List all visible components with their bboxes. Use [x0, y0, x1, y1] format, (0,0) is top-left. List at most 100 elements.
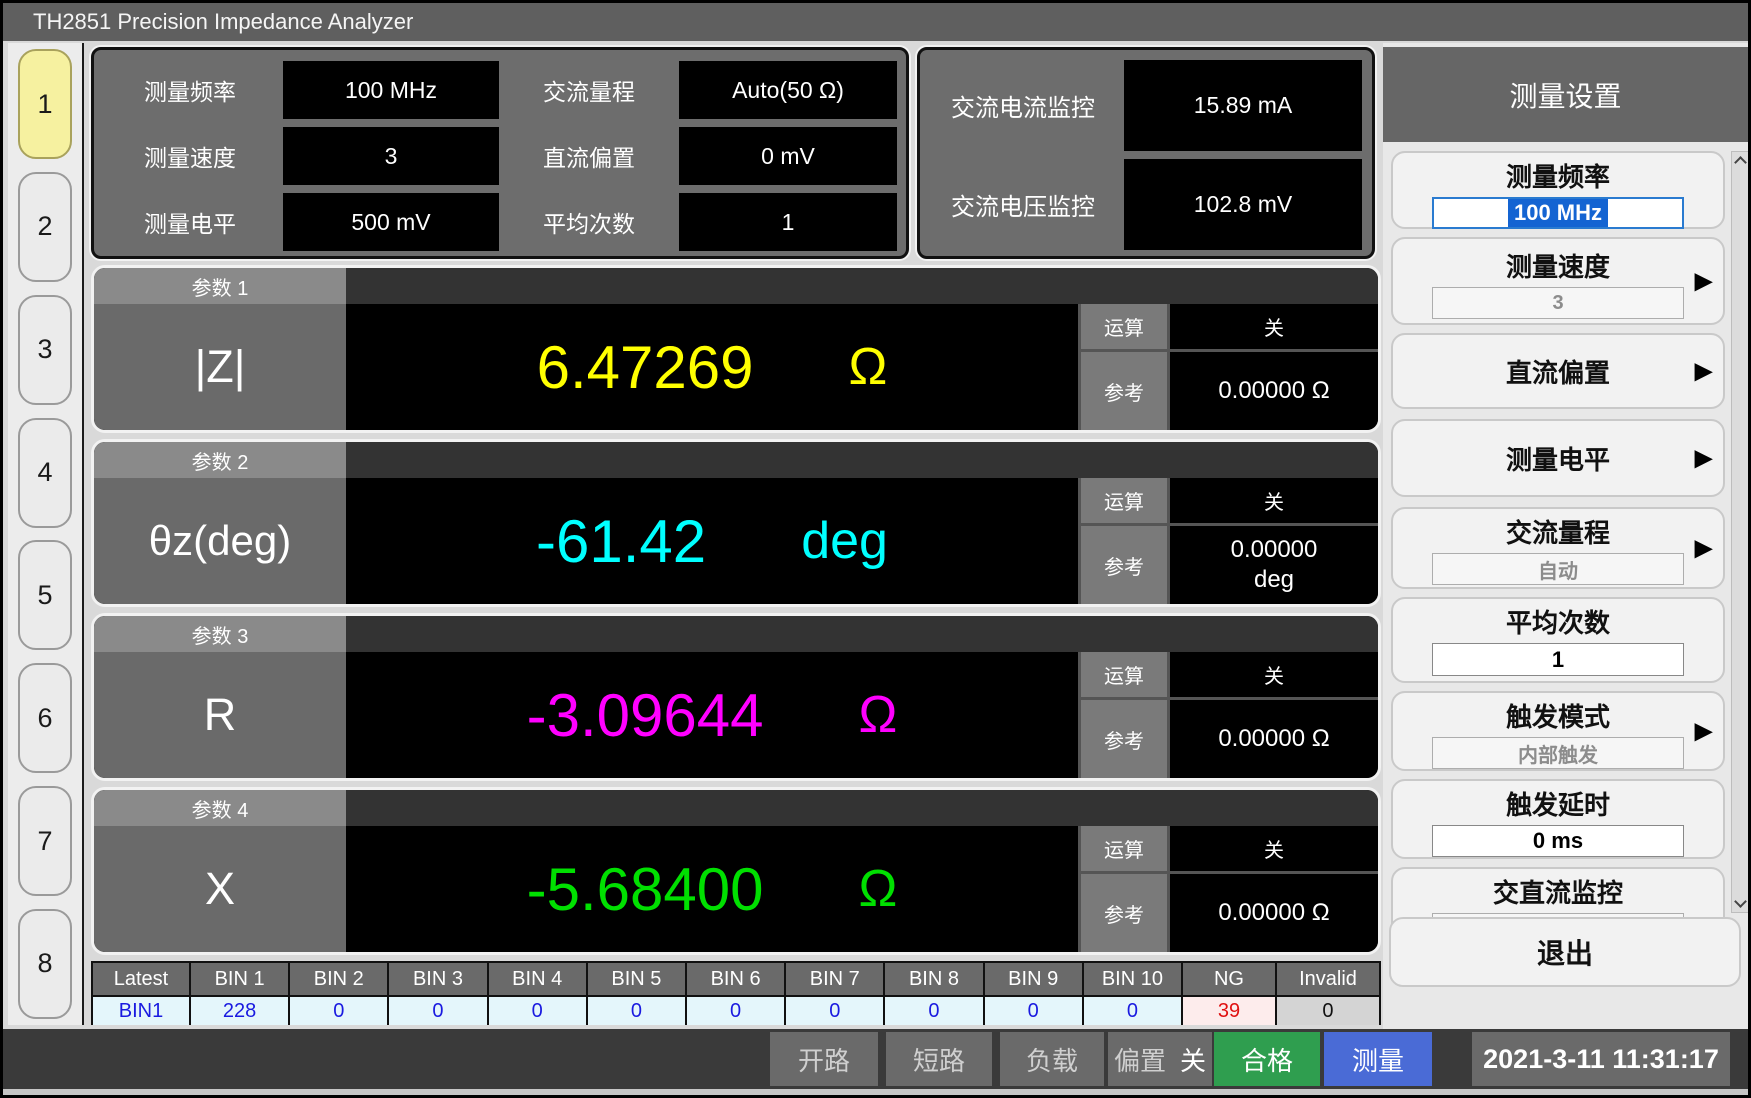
- bin-header-2: BIN 2: [290, 963, 387, 995]
- sidebar-button-trigger-delay[interactable]: 触发延时 0 ms: [1391, 779, 1725, 859]
- setting-ac-range-value: Auto(50 Ω): [679, 61, 897, 119]
- tab-8[interactable]: 8: [18, 909, 72, 1019]
- chevron-right-icon: ▶: [1695, 534, 1713, 563]
- setting-freq-label: 测量频率: [105, 61, 275, 119]
- freq-button-label: 测量频率: [1506, 157, 1610, 194]
- param-1-subtable: 运算 关 参考 0.00000 Ω: [1078, 304, 1378, 430]
- short-correction-button[interactable]: 短路: [886, 1032, 992, 1086]
- bin-header-8: BIN 8: [885, 963, 982, 995]
- tab-1[interactable]: 1: [18, 49, 72, 159]
- param-1-name: |Z|: [94, 304, 346, 430]
- param-3-header-fill: [346, 616, 1378, 652]
- sidebar-scrollbar[interactable]: [1731, 151, 1750, 913]
- open-correction-button[interactable]: 开路: [770, 1032, 878, 1086]
- bin-header-4: BIN 4: [489, 963, 586, 995]
- trigger-delay-input[interactable]: 0 ms: [1432, 825, 1684, 857]
- bin-value-3: 0: [389, 997, 486, 1025]
- bin-count-table: Latest BIN 1 BIN 2 BIN 3 BIN 4 BIN 5 BIN…: [91, 961, 1381, 1025]
- param-panel-2: 参数 2 θz(deg) -61.42 deg 运算 关 参考 0.00000 …: [91, 439, 1381, 607]
- speed-value-box: 3: [1432, 287, 1684, 319]
- param-4-calc-value: 关: [1170, 826, 1378, 871]
- chevron-right-icon: ▶: [1695, 267, 1713, 296]
- param-4-body: X -5.68400 Ω 运算 关 参考 0.00000 Ω: [94, 826, 1378, 952]
- trigger-delay-button-label: 触发延时: [1506, 785, 1610, 822]
- bias-label: 偏置: [1114, 1041, 1166, 1078]
- bin-header-latest: Latest: [93, 963, 189, 995]
- scroll-up-icon[interactable]: [1734, 156, 1747, 169]
- param-3-value: -3.09644: [527, 681, 764, 750]
- bin-header-1: BIN 1: [191, 963, 288, 995]
- bin-header-9: BIN 9: [985, 963, 1082, 995]
- level-button-label: 测量电平: [1506, 440, 1610, 477]
- sidebar-button-dc-bias[interactable]: 直流偏置 ▶: [1391, 333, 1725, 409]
- status-bar: 开路 短路 负载 偏置 关 合格 测量 2021-3-11 11:31:17: [3, 1029, 1748, 1089]
- sidebar-button-freq[interactable]: 测量频率 100 MHz: [1391, 151, 1725, 229]
- param-3-body: R -3.09644 Ω 运算 关 参考 0.00000 Ω: [94, 652, 1378, 778]
- setting-level-label: 测量电平: [105, 193, 275, 251]
- sidebar-button-speed[interactable]: 测量速度 3 ▶: [1391, 237, 1725, 325]
- tab-6[interactable]: 6: [18, 663, 72, 773]
- bin-value-2: 0: [290, 997, 387, 1025]
- param-1-ref-label: 参考: [1081, 352, 1167, 430]
- bin-value-10: 0: [1084, 997, 1181, 1025]
- chevron-right-icon: ▶: [1695, 444, 1713, 473]
- param-4-ref-value: 0.00000 Ω: [1170, 874, 1378, 952]
- setting-speed-value: 3: [283, 127, 499, 185]
- bin-value-latest: BIN1: [93, 997, 189, 1025]
- monitor-voltage-value: 102.8 mV: [1124, 159, 1362, 250]
- setting-avg-value: 1: [679, 193, 897, 251]
- measure-button[interactable]: 测量: [1324, 1032, 1432, 1086]
- scroll-down-icon[interactable]: [1734, 895, 1747, 908]
- param-4-value-area: -5.68400 Ω: [346, 826, 1078, 952]
- param-2-unit: deg: [801, 511, 888, 571]
- param-panel-3: 参数 3 R -3.09644 Ω 运算 关 参考 0.00000 Ω: [91, 613, 1381, 781]
- clock: 2021-3-11 11:31:17: [1472, 1032, 1730, 1086]
- param-3-unit: Ω: [859, 685, 898, 745]
- sidebar-button-avg[interactable]: 平均次数 1: [1391, 597, 1725, 683]
- tab-5[interactable]: 5: [18, 540, 72, 650]
- chevron-right-icon: ▶: [1695, 717, 1713, 746]
- freq-input[interactable]: 100 MHz: [1432, 197, 1684, 229]
- tab-2[interactable]: 2: [18, 172, 72, 282]
- bin-header-10: BIN 10: [1084, 963, 1181, 995]
- param-4-subtable: 运算 关 参考 0.00000 Ω: [1078, 826, 1378, 952]
- exit-button[interactable]: 退出: [1389, 917, 1741, 987]
- bias-status-button[interactable]: 偏置 关: [1108, 1032, 1212, 1086]
- param-2-value: -61.42: [536, 507, 706, 576]
- param-4-calc-label: 运算: [1081, 826, 1167, 871]
- setting-avg-label: 平均次数: [507, 193, 671, 251]
- tab-7[interactable]: 7: [18, 786, 72, 896]
- param-2-subtable: 运算 关 参考 0.00000 deg: [1078, 478, 1378, 604]
- param-1-header-fill: [346, 268, 1378, 304]
- param-panel-1: 参数 1 |Z| 6.47269 Ω 运算 关 参考 0.00000 Ω: [91, 265, 1381, 433]
- tab-4[interactable]: 4: [18, 418, 72, 528]
- sidebar-button-level[interactable]: 测量电平 ▶: [1391, 419, 1725, 497]
- param-2-calc-value: 关: [1170, 478, 1378, 523]
- param-1-body: |Z| 6.47269 Ω 运算 关 参考 0.00000 Ω: [94, 304, 1378, 430]
- monitor-current-value: 15.89 mA: [1124, 60, 1362, 151]
- param-3-calc-value: 关: [1170, 652, 1378, 697]
- setting-dc-bias-label: 直流偏置: [507, 127, 671, 185]
- load-correction-button[interactable]: 负载: [1000, 1032, 1104, 1086]
- impedance-analyzer-screen: TH2851 Precision Impedance Analyzer 1 2 …: [0, 0, 1751, 1098]
- param-1-calc-value: 关: [1170, 304, 1378, 349]
- ac-range-button-label: 交流量程: [1506, 513, 1610, 550]
- param-2-body: θz(deg) -61.42 deg 运算 关 参考 0.00000 deg: [94, 478, 1378, 604]
- param-1-value: 6.47269: [537, 333, 754, 402]
- trigger-mode-value-box: 内部触发: [1432, 737, 1684, 769]
- bin-value-5: 0: [588, 997, 685, 1025]
- bin-header-7: BIN 7: [786, 963, 883, 995]
- param-3-ref-value: 0.00000 Ω: [1170, 700, 1378, 778]
- freq-input-value: 100 MHz: [1508, 199, 1608, 227]
- sidebar-button-ac-range[interactable]: 交流量程 自动 ▶: [1391, 507, 1725, 589]
- setting-speed-label: 测量速度: [105, 127, 275, 185]
- tab-3[interactable]: 3: [18, 295, 72, 405]
- acdc-monitor-button-label: 交直流监控: [1493, 873, 1623, 910]
- param-3-name: R: [94, 652, 346, 778]
- avg-input[interactable]: 1: [1432, 643, 1684, 676]
- bin-header-5: BIN 5: [588, 963, 685, 995]
- param-2-name: θz(deg): [94, 478, 346, 604]
- page-tab-strip: 1 2 3 4 5 6 7 8: [8, 43, 84, 1025]
- sidebar-button-trigger-mode[interactable]: 触发模式 内部触发 ▶: [1391, 691, 1725, 771]
- setting-level-value: 500 mV: [283, 193, 499, 251]
